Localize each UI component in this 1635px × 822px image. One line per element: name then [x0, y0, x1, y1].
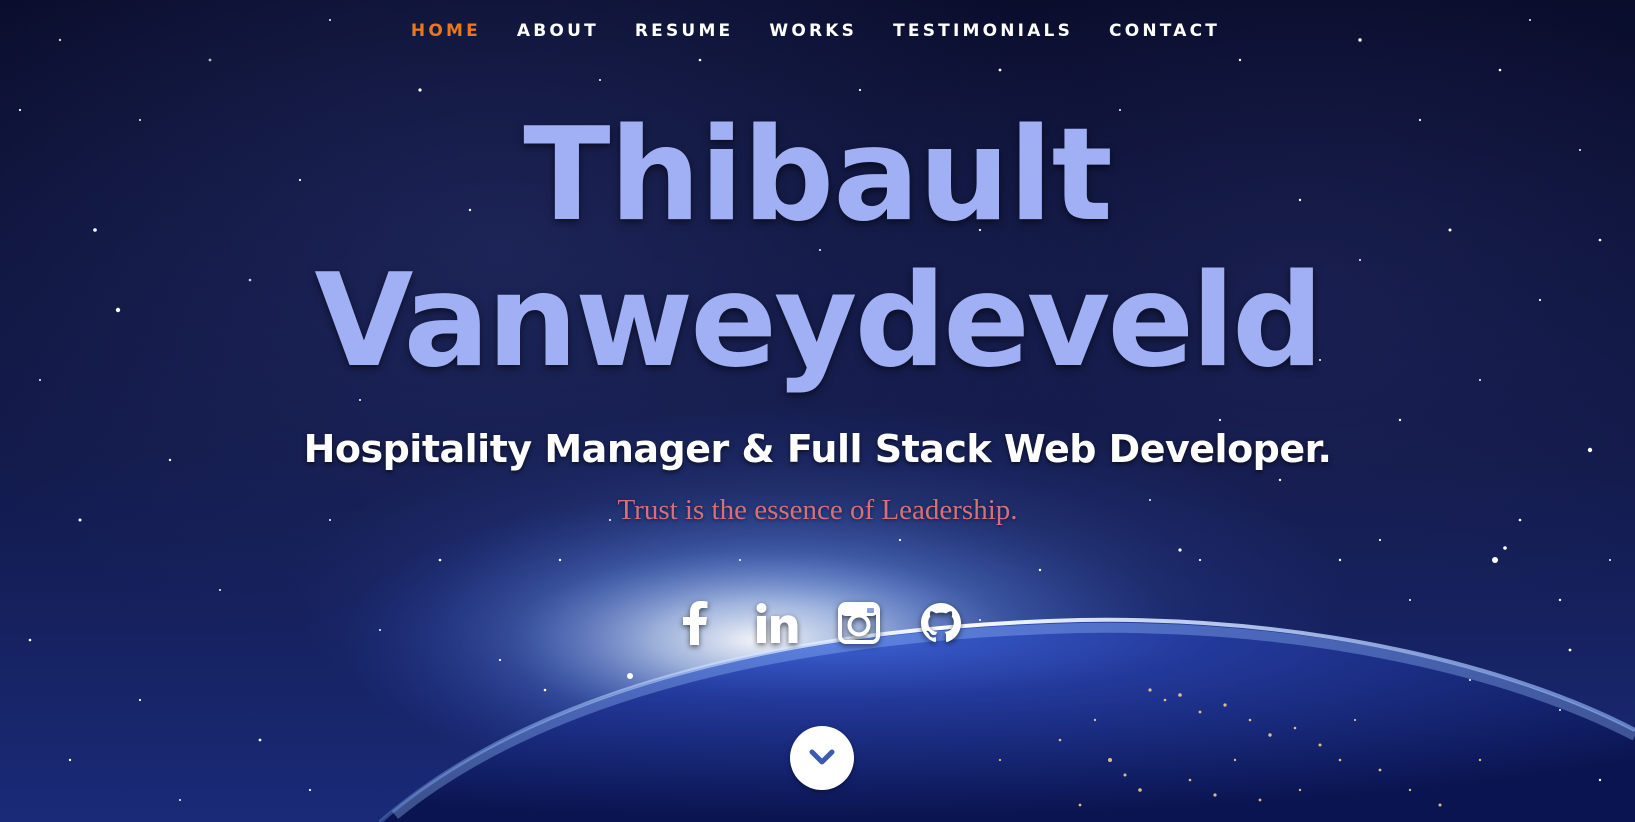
nav-item-home[interactable]: HOME: [411, 18, 481, 44]
hero-name-first: Thibault: [523, 101, 1113, 250]
facebook-link[interactable]: [673, 600, 717, 646]
scroll-down-button[interactable]: [790, 726, 854, 790]
linkedin-link[interactable]: [755, 600, 799, 646]
nav-item-resume[interactable]: RESUME: [635, 18, 733, 44]
github-icon: [920, 603, 961, 643]
linkedin-icon: [756, 603, 797, 643]
hero-name-last: Vanweydeveld: [314, 247, 1323, 396]
instagram-icon: [837, 602, 880, 644]
hero-subtitle: Hospitality Manager & Full Stack Web Dev…: [303, 427, 1332, 471]
hero-tagline: Trust is the essence of Leadership.: [617, 494, 1018, 526]
nav-item-contact[interactable]: CONTACT: [1109, 18, 1220, 44]
chevron-down-icon: [809, 749, 835, 765]
nav-item-works[interactable]: WORKS: [769, 18, 857, 44]
instagram-link[interactable]: [837, 600, 881, 646]
social-links: [0, 600, 1635, 646]
main-nav: HOME ABOUT RESUME WORKS TESTIMONIALS CON…: [0, 18, 1633, 44]
nav-item-about[interactable]: ABOUT: [517, 18, 599, 44]
nav-item-testimonials[interactable]: TESTIMONIALS: [893, 18, 1073, 44]
github-link[interactable]: [919, 600, 963, 646]
facebook-icon: [682, 601, 707, 645]
hero-section: HOME ABOUT RESUME WORKS TESTIMONIALS CON…: [0, 0, 1635, 822]
